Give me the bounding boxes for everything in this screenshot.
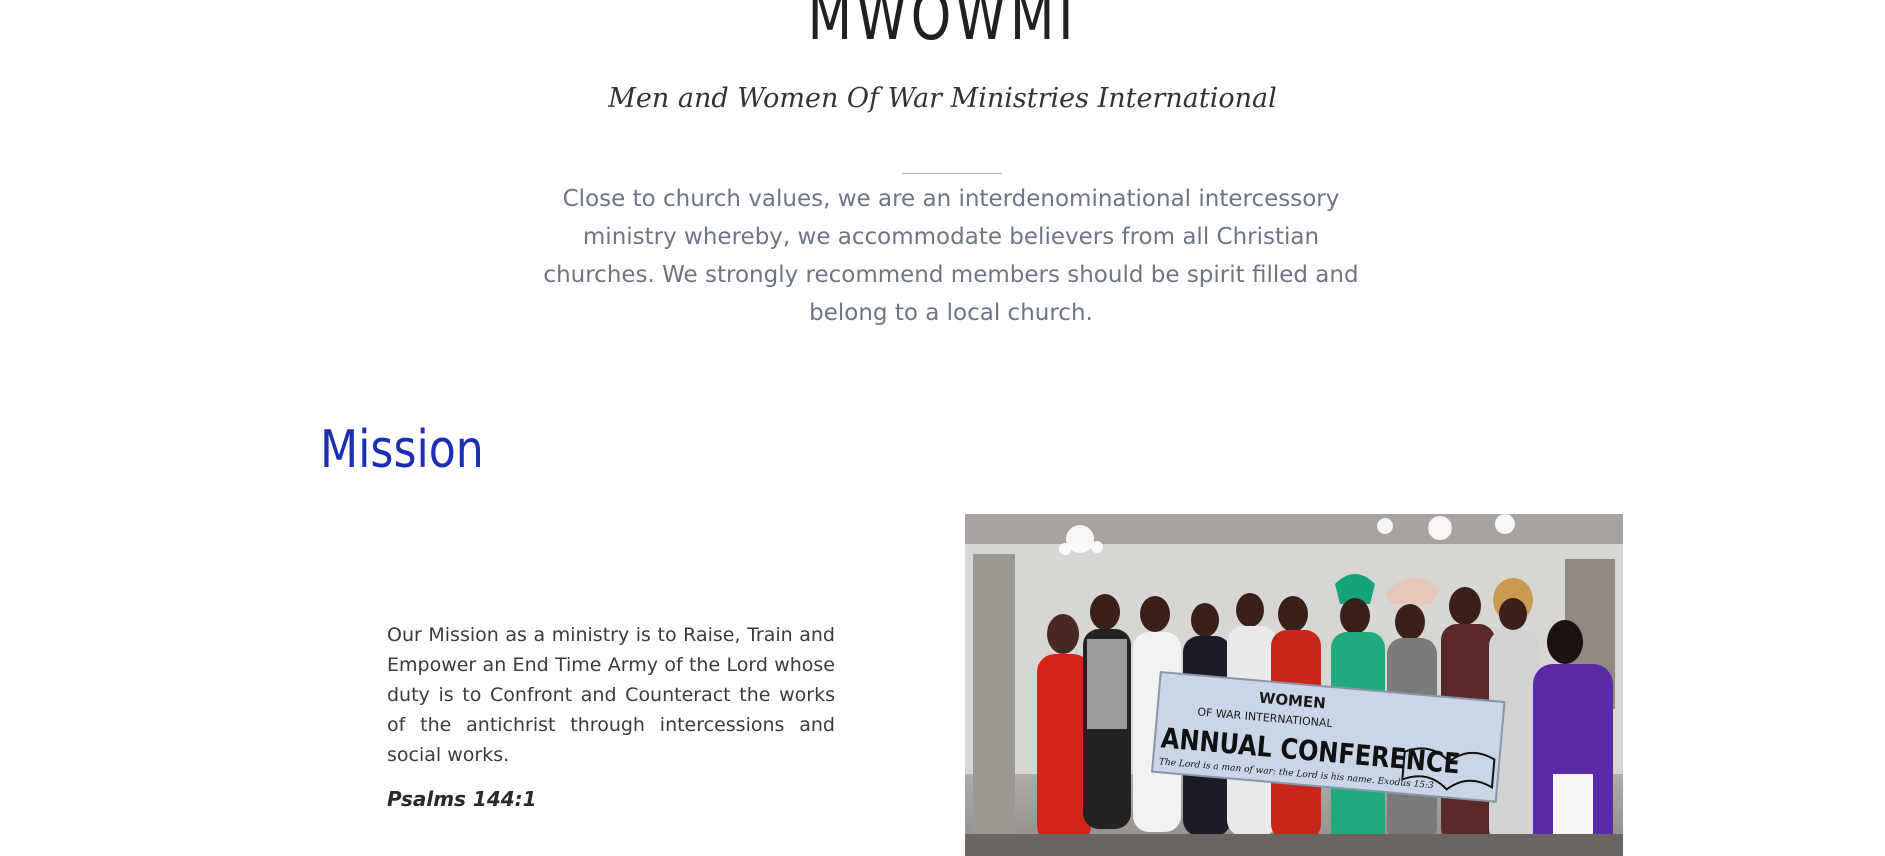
scripture-reference: Psalms 144:1 bbox=[387, 787, 537, 811]
section-divider bbox=[902, 173, 1002, 174]
mission-paragraph: Our Mission as a ministry is to Raise, T… bbox=[387, 624, 835, 766]
site-tagline: Men and Women Of War Ministries Internat… bbox=[608, 83, 1277, 114]
mission-heading: Mission bbox=[320, 420, 484, 480]
conference-group-photo: WOMEN OF WAR INTERNATIONAL ANNUAL CONFER… bbox=[965, 514, 1623, 856]
intro-paragraph: Close to church values, we are an interd… bbox=[543, 186, 1359, 326]
site-title: MWOWMI bbox=[807, 0, 1078, 55]
